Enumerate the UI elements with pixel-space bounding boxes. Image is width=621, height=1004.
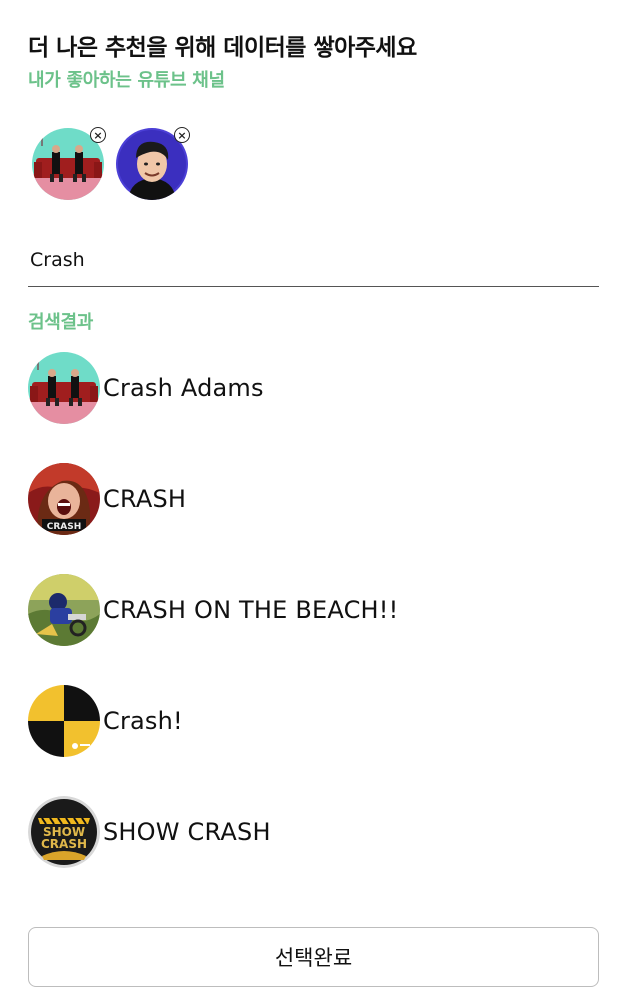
motorcycle-crash-avatar-icon bbox=[28, 574, 100, 646]
search-results-list: Crash Adams CRASH CRASH CRASH ON THE BEA… bbox=[28, 350, 599, 905]
remove-channel-button[interactable]: × bbox=[90, 127, 106, 143]
crash-test-marker-avatar-icon bbox=[28, 685, 100, 757]
list-item[interactable]: Crash Adams bbox=[28, 350, 599, 461]
favorite-channels-label: 내가 좋아하는 유튜브 채널 bbox=[28, 70, 225, 91]
channel-name: Crash Adams bbox=[103, 374, 264, 402]
svg-text:CRASH: CRASH bbox=[41, 837, 87, 851]
search-results-label: 검색결과 bbox=[28, 312, 94, 333]
complete-selection-button[interactable]: 선택완료 bbox=[28, 927, 599, 987]
channel-name: CRASH ON THE BEACH!! bbox=[103, 596, 399, 624]
list-item[interactable]: SHOW CRASH SHOW CRASH bbox=[28, 794, 599, 905]
channel-preference-page: 더 나은 추천을 위해 데이터를 쌓아주세요 내가 좋아하는 유튜브 채널 × … bbox=[0, 0, 621, 1004]
channel-name: SHOW CRASH bbox=[103, 818, 271, 846]
search-input[interactable] bbox=[28, 240, 599, 280]
page-title: 더 나은 추천을 위해 데이터를 쌓아주세요 bbox=[28, 35, 417, 61]
list-item[interactable]: CRASH CRASH bbox=[28, 461, 599, 572]
channel-name: Crash! bbox=[103, 707, 183, 735]
selected-channel-chip: × bbox=[32, 126, 106, 202]
remove-channel-button[interactable]: × bbox=[174, 127, 190, 143]
svg-text:CRASH: CRASH bbox=[47, 522, 82, 532]
channel-name: CRASH bbox=[103, 485, 187, 513]
selected-channel-chip: × bbox=[116, 126, 190, 202]
selected-channels: × × bbox=[32, 126, 190, 202]
screaming-woman-avatar-icon: CRASH bbox=[28, 463, 100, 535]
list-item[interactable]: CRASH ON THE BEACH!! bbox=[28, 572, 599, 683]
show-crash-logo-avatar-icon: SHOW CRASH bbox=[28, 796, 100, 868]
duo-on-couch-avatar-icon bbox=[28, 352, 100, 424]
search-field bbox=[28, 240, 599, 287]
list-item[interactable]: Crash! bbox=[28, 683, 599, 794]
